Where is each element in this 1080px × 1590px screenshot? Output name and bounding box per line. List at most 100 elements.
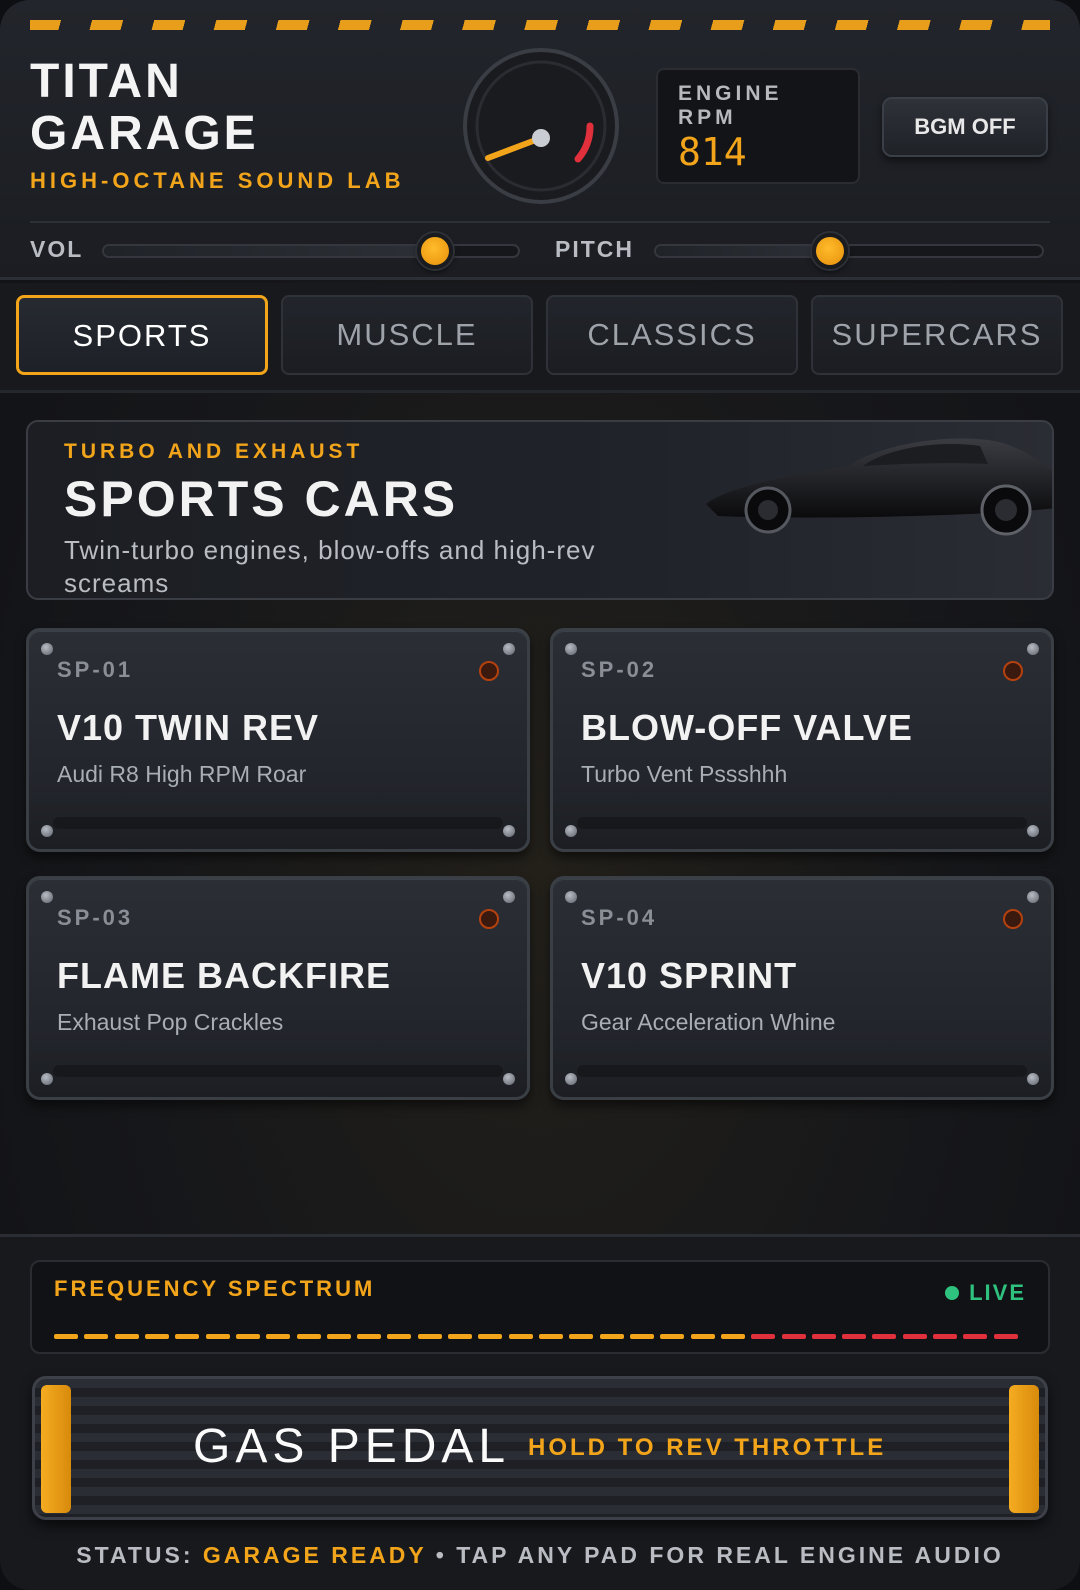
spectrum-bar	[54, 1334, 78, 1339]
spectrum-bar	[357, 1334, 381, 1339]
bolt-icon	[565, 891, 577, 903]
app-title-line2: GARAGE	[30, 107, 259, 160]
bolt-icon	[503, 1073, 515, 1085]
pad-led-icon	[479, 909, 499, 929]
bolt-icon	[41, 1073, 53, 1085]
pad-led-icon	[1003, 909, 1023, 929]
volume-slider[interactable]	[102, 233, 520, 269]
pad-name: V10 SPRINT	[581, 955, 798, 996]
spectrum-bar	[418, 1334, 442, 1339]
tab-supercars[interactable]: SUPERCARS	[811, 295, 1063, 375]
spectrum-bar	[660, 1334, 684, 1339]
spectrum-bar	[933, 1334, 957, 1339]
category-hero: TURBO AND EXHAUST SPORTS CARS Twin-turbo…	[26, 420, 1054, 600]
pad-name: V10 TWIN REV	[57, 707, 320, 748]
hero-kicker: TURBO AND EXHAUST	[64, 440, 364, 463]
bolt-icon	[41, 891, 53, 903]
pad-description: Gear Acceleration Whine	[581, 1009, 836, 1035]
sports-car-image	[706, 438, 1052, 536]
spectrum-bar	[872, 1334, 896, 1339]
spectrum-bar	[327, 1334, 351, 1339]
spectrum-bar	[963, 1334, 987, 1339]
pad-groove	[577, 1065, 1027, 1077]
status-separator: •	[435, 1542, 447, 1568]
sound-pad-sp04[interactable]: SP-04 V10 SPRINT Gear Acceleration Whine	[550, 876, 1054, 1100]
gauge-hub	[532, 129, 550, 147]
spectrum-bar	[903, 1334, 927, 1339]
live-dot-icon	[945, 1286, 960, 1300]
status-message: TAP ANY PAD FOR REAL ENGINE AUDIO	[456, 1542, 1004, 1568]
pedal-left-cap	[41, 1385, 71, 1513]
pad-name: BLOW-OFF VALVE	[581, 707, 913, 748]
pad-description: Turbo Vent Pssshhh	[581, 761, 788, 787]
spectrum-bar	[994, 1334, 1018, 1339]
rpm-label: ENGINE RPM	[678, 82, 783, 129]
bolt-icon	[1027, 1073, 1039, 1085]
bolt-icon	[503, 643, 515, 655]
sound-pad-sp02[interactable]: SP-02 BLOW-OFF VALVE Turbo Vent Pssshhh	[550, 628, 1054, 852]
spectrum-bar	[721, 1334, 745, 1339]
bolt-icon	[503, 891, 515, 903]
spectrum-bar	[812, 1334, 836, 1339]
pad-code: SP-02	[581, 657, 658, 682]
spectrum-label: FREQUENCY SPECTRUM	[54, 1276, 376, 1301]
app-title-line1: TITAN	[30, 55, 183, 108]
tab-sports[interactable]: SPORTS	[16, 295, 268, 375]
pad-description: Audi R8 High RPM Roar	[57, 761, 307, 787]
spectrum-bar	[509, 1334, 533, 1339]
pad-code: SP-03	[57, 905, 134, 930]
spectrum-bar	[751, 1334, 775, 1339]
spectrum-bars	[54, 1334, 1024, 1340]
tab-classics[interactable]: CLASSICS	[546, 295, 798, 375]
volume-fill	[104, 246, 435, 256]
pitch-fill	[656, 246, 830, 256]
spectrum-bar	[84, 1334, 108, 1339]
sound-pad-sp01[interactable]: SP-01 V10 TWIN REV Audi R8 High RPM Roar	[26, 628, 530, 852]
app-root: TITAN GARAGE HIGH-OCTANE SOUND LAB ENGIN…	[0, 0, 1080, 1590]
status-bar: STATUS: GARAGE READY • TAP ANY PAD FOR R…	[0, 1542, 1080, 1569]
spectrum-bar	[630, 1334, 654, 1339]
pitch-slider[interactable]	[654, 233, 1044, 269]
bolt-icon	[1027, 643, 1039, 655]
pad-groove	[577, 817, 1027, 829]
pad-led-icon	[479, 661, 499, 681]
spectrum-bar	[782, 1334, 806, 1339]
spectrum-bar	[145, 1334, 169, 1339]
spectrum-bar	[569, 1334, 593, 1339]
tab-muscle[interactable]: MUSCLE	[281, 295, 533, 375]
header-divider	[30, 221, 1050, 223]
spectrum-bar	[691, 1334, 715, 1339]
bgm-toggle-button[interactable]: BGM OFF	[882, 97, 1048, 157]
header: TITAN GARAGE HIGH-OCTANE SOUND LAB ENGIN…	[0, 0, 1080, 280]
hazard-stripe	[30, 20, 1050, 30]
rpm-readout: ENGINE RPM 814	[656, 68, 860, 184]
gas-pedal-button[interactable]: GAS PEDAL HOLD TO REV THROTTLE	[32, 1376, 1048, 1520]
hero-title: SPORTS CARS	[64, 471, 459, 527]
spectrum-bar	[115, 1334, 139, 1339]
rpm-value: 814	[678, 130, 747, 174]
hero-description: Twin-turbo engines, blow-offs and high-r…	[64, 535, 596, 598]
spectrum-bar	[387, 1334, 411, 1339]
status-prefix: STATUS:	[76, 1542, 194, 1568]
bolt-icon	[565, 1073, 577, 1085]
sound-pad-sp03[interactable]: SP-03 FLAME BACKFIRE Exhaust Pop Crackle…	[26, 876, 530, 1100]
status-state: GARAGE READY	[202, 1542, 427, 1568]
category-tabs: SPORTS MUSCLE CLASSICS SUPERCARS	[0, 283, 1080, 393]
volume-knob[interactable]	[417, 233, 453, 269]
pedal-right-cap	[1009, 1385, 1039, 1513]
gas-pedal-hint: HOLD TO REV THROTTLE	[528, 1434, 887, 1461]
pad-groove	[53, 817, 503, 829]
pad-code: SP-01	[57, 657, 134, 682]
app-subtitle: HIGH-OCTANE SOUND LAB	[30, 168, 405, 193]
volume-label: VOL	[30, 236, 84, 262]
pitch-label: PITCH	[555, 236, 634, 262]
bolt-icon	[1027, 891, 1039, 903]
pitch-knob[interactable]	[812, 233, 848, 269]
spectrum-bar	[600, 1334, 624, 1339]
frequency-spectrum: FREQUENCY SPECTRUM LIVE	[30, 1260, 1050, 1354]
spectrum-bar	[266, 1334, 290, 1339]
brand: TITAN GARAGE HIGH-OCTANE SOUND LAB	[30, 56, 404, 194]
gas-pedal-label: GAS PEDAL	[193, 1420, 511, 1473]
bolt-icon	[41, 825, 53, 837]
pad-groove	[53, 1065, 503, 1077]
